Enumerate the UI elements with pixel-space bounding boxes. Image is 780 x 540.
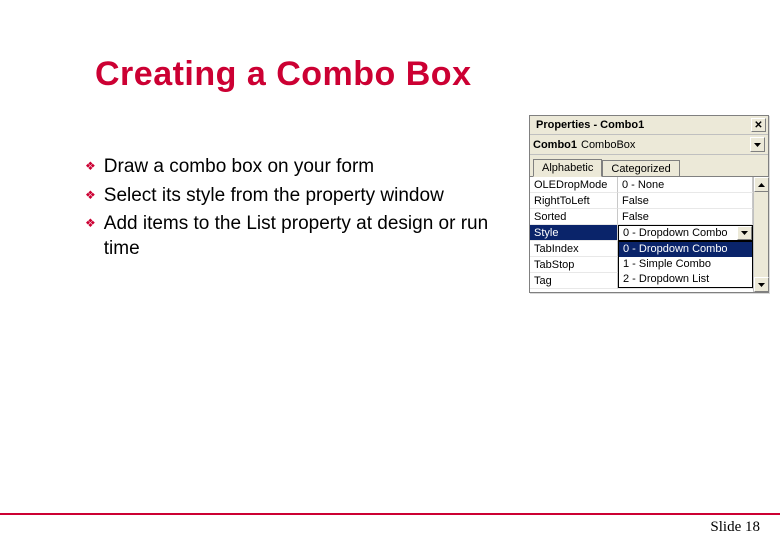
tab-categorized[interactable]: Categorized — [602, 160, 679, 177]
properties-panel: Properties - Combo1 ✕ Combo1 ComboBox Al… — [529, 115, 769, 293]
prop-value[interactable]: False — [618, 193, 753, 209]
chevron-up-icon — [758, 183, 765, 187]
vertical-scrollbar[interactable] — [753, 177, 768, 292]
bullet-list: ❖ Draw a combo box on your form ❖ Select… — [85, 155, 505, 266]
close-icon: ✕ — [754, 120, 762, 131]
prop-name[interactable]: RightToLeft — [530, 193, 618, 209]
object-type: ComboBox — [581, 139, 635, 151]
tab-strip: Alphabetic Categorized — [530, 155, 768, 176]
list-item: ❖ Select its style from the property win… — [85, 184, 505, 209]
prop-name-style[interactable]: Style — [530, 225, 618, 241]
slide-number: Slide 18 — [710, 519, 760, 536]
chevron-down-icon — [754, 143, 761, 147]
slide-title: Creating a Combo Box — [95, 55, 471, 94]
chevron-down-icon — [758, 283, 765, 287]
list-item: ❖ Draw a combo box on your form — [85, 155, 505, 180]
diamond-bullet-icon: ❖ — [85, 188, 96, 202]
dropdown-option[interactable]: 0 - Dropdown Combo — [619, 242, 752, 257]
object-selector[interactable]: Combo1 ComboBox — [530, 135, 768, 155]
bullet-text: Add items to the List property at design… — [104, 212, 505, 261]
prop-name[interactable]: Sorted — [530, 209, 618, 225]
diamond-bullet-icon: ❖ — [85, 216, 96, 230]
style-dropdown-list: 0 - Dropdown Combo 1 - Simple Combo 2 - … — [618, 241, 753, 288]
tab-alphabetic[interactable]: Alphabetic — [533, 159, 602, 177]
close-button[interactable]: ✕ — [751, 118, 766, 132]
value-dropdown-button[interactable] — [737, 226, 752, 240]
dropdown-option[interactable]: 2 - Dropdown List — [619, 272, 752, 287]
property-grid: OLEDropMode 0 - None RightToLeft False S… — [530, 176, 768, 292]
dropdown-option[interactable]: 1 - Simple Combo — [619, 257, 752, 272]
panel-title: Properties - Combo1 — [532, 117, 648, 133]
bullet-text: Select its style from the property windo… — [104, 184, 444, 209]
prop-name[interactable]: TabStop — [530, 257, 618, 273]
bullet-text: Draw a combo box on your form — [104, 155, 374, 180]
scroll-track[interactable] — [754, 192, 768, 277]
prop-name[interactable]: OLEDropMode — [530, 177, 618, 193]
chevron-down-icon — [741, 231, 748, 235]
panel-titlebar: Properties - Combo1 ✕ — [530, 116, 768, 135]
prop-name[interactable]: Tag — [530, 273, 618, 289]
object-dropdown-button[interactable] — [750, 137, 765, 152]
prop-value-text: 0 - Dropdown Combo — [623, 226, 728, 240]
footer-divider — [0, 513, 780, 515]
scroll-down-button[interactable] — [754, 277, 769, 292]
prop-name[interactable]: TabIndex — [530, 241, 618, 257]
prop-value-style[interactable]: 0 - Dropdown Combo — [618, 225, 753, 241]
scroll-up-button[interactable] — [754, 177, 769, 192]
list-item: ❖ Add items to the List property at desi… — [85, 212, 505, 261]
slide-footer: Slide 18 — [0, 513, 780, 515]
diamond-bullet-icon: ❖ — [85, 159, 96, 173]
prop-value[interactable]: False — [618, 209, 753, 225]
prop-value[interactable]: 0 - None — [618, 177, 753, 193]
object-name: Combo1 — [533, 139, 577, 151]
